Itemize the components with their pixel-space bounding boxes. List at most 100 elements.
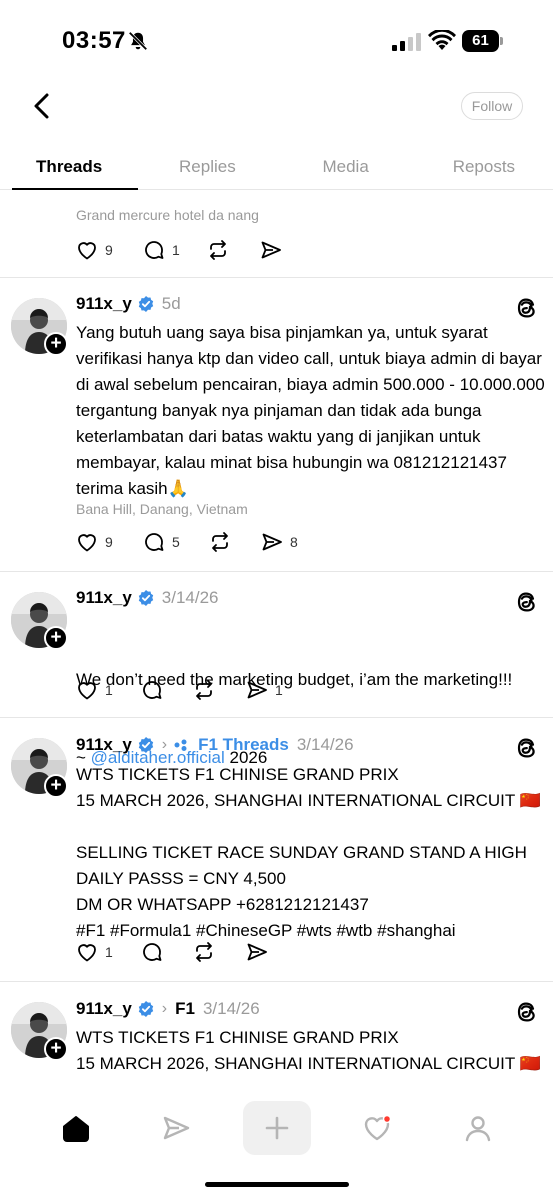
like-button[interactable]: 9 [75,529,113,555]
repost-button[interactable] [208,529,232,555]
like-count: 1 [105,682,113,698]
threads-logo-icon[interactable] [514,736,538,760]
verified-badge-icon [138,296,153,312]
nav-activity[interactable] [347,1103,407,1153]
verified-badge-icon [138,590,153,606]
community-link[interactable]: F1 Threads [198,735,289,755]
profile-icon [465,1116,491,1142]
comment-icon [145,241,164,259]
thread-post[interactable]: + 911x_y 3/14/26 We don’t need the marke… [0,572,553,767]
comment-icon [145,533,164,551]
username[interactable]: 911x_y [76,588,132,608]
status-bar: 03:57 61 [0,0,553,80]
tab-replies[interactable]: Replies [138,145,276,189]
share-button[interactable] [259,237,283,263]
post-time: 5d [161,294,181,313]
threads-logo-icon[interactable] [514,296,538,320]
nav-home[interactable] [46,1103,106,1153]
like-count: 9 [105,534,113,550]
nav-create[interactable] [243,1101,311,1155]
send-icon [247,943,267,961]
heart-icon [78,944,96,962]
reply-button[interactable]: 5 [142,529,180,555]
reply-button[interactable]: 1 [142,237,180,263]
comment-icon [143,681,162,699]
follow-plus-icon[interactable]: + [44,626,68,650]
reply-button[interactable] [140,677,164,703]
battery-indicator: 61 [462,30,504,52]
home-indicator [205,1182,349,1187]
community-link[interactable]: F1 [175,999,195,1019]
repost-icon [210,240,226,260]
battery-level: 61 [462,30,499,52]
home-icon [63,1116,89,1142]
plus-icon [265,1116,289,1140]
repost-button[interactable] [192,939,216,965]
verified-badge-icon [138,1001,153,1017]
send-icon [262,533,282,551]
repost-icon [196,680,212,700]
post-text: WTS TICKETS F1 CHINISE GRAND PRIX 15 MAR… [76,765,541,940]
repost-icon [196,942,212,962]
post-header: 911x_y › F1 Threads 3/14/26 [76,733,354,757]
thread-post[interactable]: + 911x_y › F1 Threads 3/14/26 WTS TICKET… [0,718,553,982]
repost-button[interactable] [206,237,230,263]
post-text: Yang butuh uang saya bisa pinjamkan ya, … [76,323,550,498]
tab-threads[interactable]: Threads [0,145,139,190]
repost-button[interactable] [192,677,216,703]
threads-logo-icon[interactable] [514,590,538,614]
share-button[interactable]: 1 [245,677,283,703]
thread-post[interactable]: + 911x_y 5d Yang butuh uang saya bisa pi… [0,278,553,572]
battery-cap [500,37,503,45]
thread-post[interactable]: Grand mercure hotel da nang 9 1 [0,190,553,278]
community-dots-icon [174,739,187,751]
nav-messages[interactable] [146,1103,206,1153]
bell-muted-icon [128,31,148,51]
share-button[interactable]: 8 [260,529,298,555]
username[interactable]: 911x_y [76,735,132,755]
tab-reposts[interactable]: Reposts [415,145,553,189]
post-header: 911x_y › F1 3/14/26 [76,997,260,1021]
send-icon [247,681,267,699]
reply-button[interactable] [140,939,164,965]
follow-plus-icon[interactable]: + [44,332,68,356]
back-button[interactable] [28,90,56,122]
follow-button[interactable]: Follow [461,92,523,120]
follow-plus-icon[interactable]: + [44,1037,68,1061]
like-count: 9 [105,242,113,258]
like-count: 1 [105,944,113,960]
post-header: 911x_y 3/14/26 [76,586,219,610]
share-button[interactable] [245,939,269,965]
username[interactable]: 911x_y [76,999,132,1019]
post-time: 3/14/26 [161,588,219,607]
wifi-icon [428,30,456,50]
repost-icon [212,532,228,552]
follow-plus-icon[interactable]: + [44,774,68,798]
profile-tabs: Threads Replies Media Reposts [0,145,553,190]
post-location: Bana Hill, Danang, Vietnam [76,501,248,517]
share-count: 8 [290,534,298,550]
like-button[interactable]: 9 [75,237,113,263]
comment-icon [143,943,162,961]
like-button[interactable]: 1 [75,677,113,703]
post-location: Grand mercure hotel da nang [76,207,259,223]
username[interactable]: 911x_y [76,294,132,314]
tab-media[interactable]: Media [277,145,415,189]
chevron-right-icon: › [161,736,168,753]
heart-icon [364,1114,392,1141]
post-time: 3/14/26 [202,999,260,1018]
heart-icon [78,682,96,700]
nav-profile[interactable] [448,1103,508,1153]
heart-icon [78,534,96,552]
verified-badge-icon [138,737,153,753]
post-text: WTS TICKETS F1 CHINISE GRAND PRIX 15 MAR… [76,1028,541,1073]
thread-post[interactable]: + 911x_y › F1 3/14/26 WTS TICKETS F1 CHI… [0,982,553,1093]
chevron-right-icon: › [161,1000,168,1017]
like-button[interactable]: 1 [75,939,113,965]
post-header: 911x_y 5d [76,292,181,316]
send-icon [261,241,281,259]
threads-logo-icon[interactable] [514,1000,538,1024]
reply-count: 1 [172,242,180,258]
reply-count: 5 [172,534,180,550]
status-time: 03:57 [62,27,126,54]
